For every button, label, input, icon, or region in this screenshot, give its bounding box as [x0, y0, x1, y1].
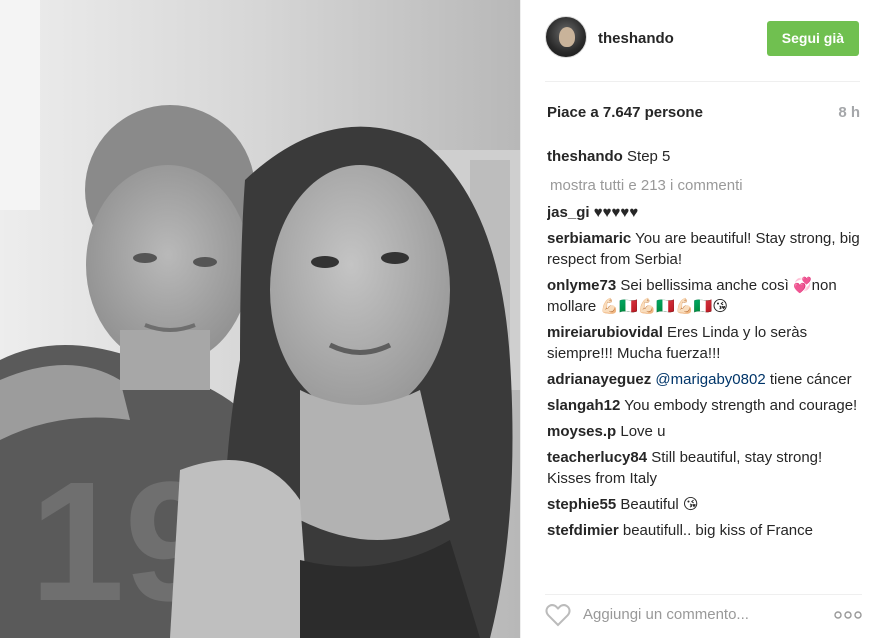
- comment-text: Love u: [620, 423, 666, 440]
- comment-author[interactable]: adrianayeguez: [547, 371, 651, 388]
- author-avatar[interactable]: [545, 16, 587, 58]
- view-all-comments-link[interactable]: mostra tutti e 213 i commenti: [550, 175, 860, 196]
- comment-author[interactable]: onlyme73: [547, 277, 616, 294]
- more-options-icon[interactable]: [834, 611, 862, 619]
- comment-author[interactable]: slangah12: [547, 397, 620, 414]
- comment-author[interactable]: stefdimier: [547, 522, 619, 539]
- comment-item: onlyme73 Sei bellissima anche così 💞non …: [547, 275, 860, 317]
- comment-item: teacherlucy84 Still beautiful, stay stro…: [547, 447, 860, 489]
- post-details-panel: theshando Segui già Piace a 7.647 person…: [520, 0, 873, 638]
- comment-text: Beautiful 😘: [620, 496, 699, 513]
- comment-author[interactable]: stephie55: [547, 496, 616, 513]
- comment-item: stefdimier beautifull.. big kiss of Fran…: [547, 520, 860, 541]
- comment-mention[interactable]: @marigaby0802: [655, 371, 765, 388]
- likes-row: Piace a 7.647 persone 8 h: [547, 104, 860, 121]
- photo-image: 19: [0, 0, 520, 638]
- comment-item: jas_gi ♥♥♥♥♥: [547, 202, 860, 223]
- comment-bar: [545, 594, 862, 630]
- comment-item: serbiamaric You are beautiful! Stay stro…: [547, 228, 860, 270]
- comment-text: beautifull.. big kiss of France: [622, 522, 813, 539]
- post-photo[interactable]: 19: [0, 0, 520, 638]
- post-caption: theshando Step 5: [547, 146, 860, 167]
- comments-list[interactable]: theshando Step 5 mostra tutti e 213 i co…: [547, 146, 860, 578]
- following-button[interactable]: Segui già: [766, 21, 859, 56]
- post-timestamp[interactable]: 8 h: [838, 104, 860, 121]
- comment-item: mireiarubiovidal Eres Linda y lo seràs s…: [547, 322, 860, 364]
- likes-count[interactable]: Piace a 7.647 persone: [547, 104, 703, 121]
- caption-author[interactable]: theshando: [547, 148, 623, 165]
- comment-author[interactable]: moyses.p: [547, 423, 616, 440]
- comment-item: stephie55 Beautiful 😘: [547, 494, 860, 515]
- comment-author[interactable]: jas_gi: [547, 204, 590, 221]
- comment-text: ♥♥♥♥♥: [593, 204, 639, 221]
- post-header: theshando Segui già: [545, 16, 860, 82]
- comment-item: slangah12 You embody strength and courag…: [547, 395, 860, 416]
- comment-author[interactable]: teacherlucy84: [547, 449, 647, 466]
- comment-item: moyses.p Love u: [547, 421, 860, 442]
- caption-text: Step 5: [627, 148, 671, 165]
- comment-author[interactable]: serbiamaric: [547, 230, 631, 247]
- comment-item: adrianayeguez @marigaby0802 tiene cáncer: [547, 369, 860, 390]
- add-comment-input[interactable]: [583, 601, 813, 627]
- comment-text: You embody strength and courage!: [624, 397, 858, 414]
- comment-author[interactable]: mireiarubiovidal: [547, 324, 663, 341]
- heart-outline-icon[interactable]: [545, 603, 571, 627]
- comment-text: tiene cáncer: [769, 371, 852, 388]
- author-username[interactable]: theshando: [598, 30, 674, 47]
